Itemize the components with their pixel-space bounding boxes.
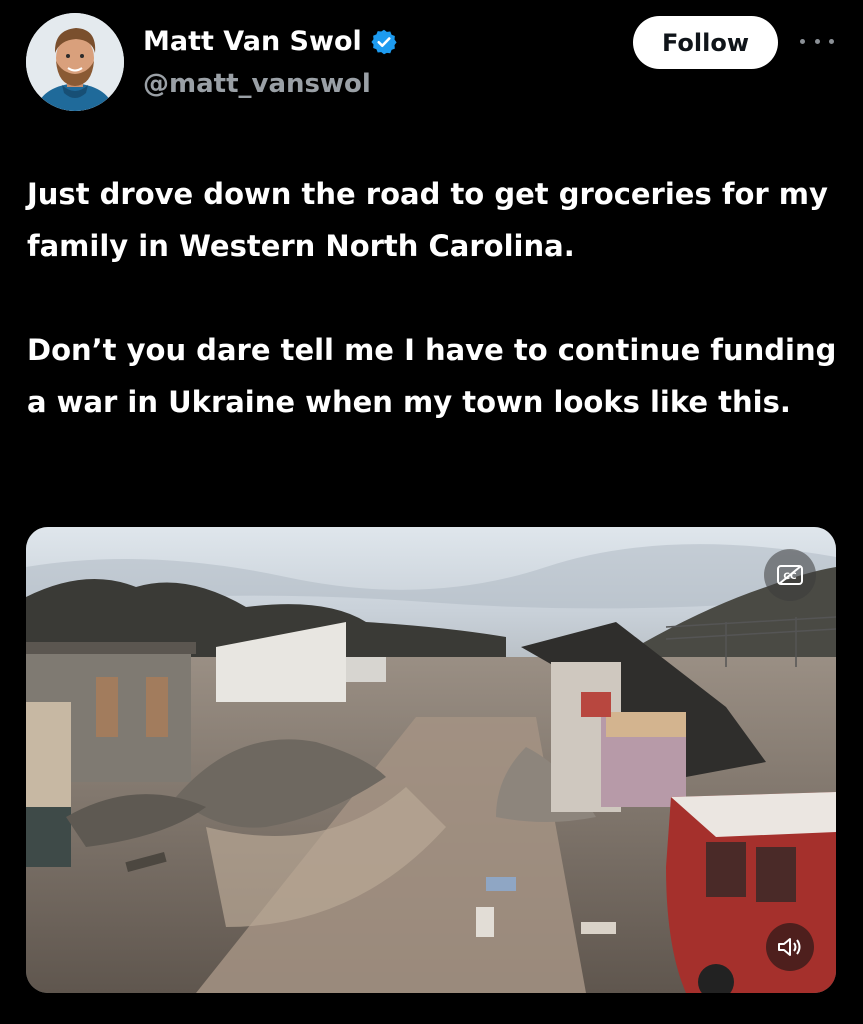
- author-handle[interactable]: @matt_vanswol: [143, 69, 371, 99]
- tweet-paragraph: Don’t you dare tell me I have to continu…: [27, 333, 837, 419]
- avatar[interactable]: [26, 13, 124, 111]
- follow-button[interactable]: Follow: [633, 16, 778, 69]
- more-options-icon[interactable]: [800, 28, 834, 54]
- svg-text:CC: CC: [783, 572, 797, 582]
- closed-captions-icon[interactable]: CC: [764, 549, 816, 601]
- author-name-row[interactable]: Matt Van Swol: [143, 26, 398, 57]
- tweet-card: Matt Van Swol @matt_vanswol Follow Just …: [0, 0, 863, 1024]
- tweet-paragraph: Just drove down the road to get grocerie…: [27, 177, 828, 263]
- more-dot: [829, 38, 834, 44]
- video-frame-flood-damage: [26, 527, 836, 993]
- author-display-name[interactable]: Matt Van Swol: [143, 26, 362, 57]
- speaker-muted-icon[interactable]: [766, 923, 814, 971]
- tweet-text: Just drove down the road to get grocerie…: [27, 168, 842, 428]
- avatar-photo: [26, 13, 124, 111]
- verified-badge-icon: [370, 28, 398, 56]
- more-dot: [800, 38, 805, 44]
- more-dot: [814, 38, 820, 44]
- media-video[interactable]: CC: [26, 527, 836, 993]
